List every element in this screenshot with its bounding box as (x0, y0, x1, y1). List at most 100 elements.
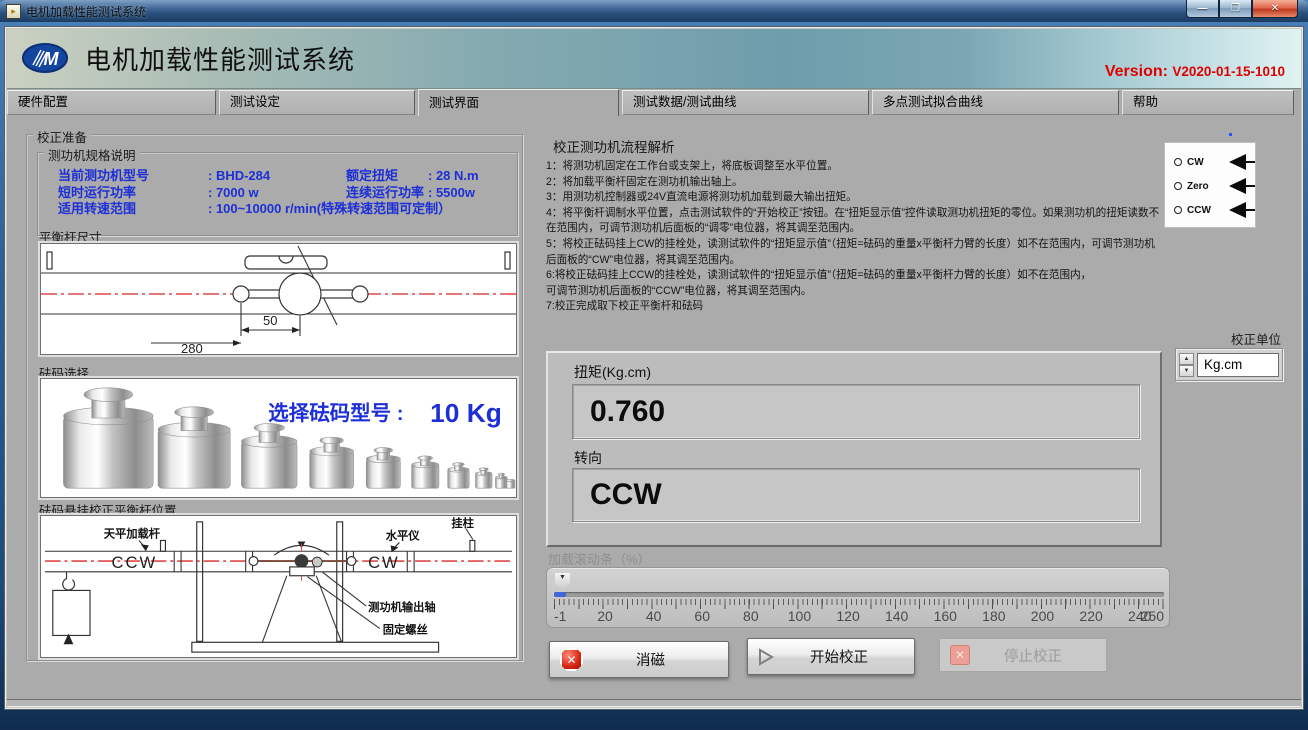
demagnetize-label: 消磁 (583, 649, 718, 670)
indicator-label: Zero (1187, 181, 1216, 192)
tab-bar: 硬件配置 测试设定 测试界面 测试数据/测试曲线 多点测试拟合曲线 帮助 (7, 89, 1301, 115)
slider-scale: -1 20 40 60 80 100 120 140 160 180 200 2… (554, 608, 1164, 626)
balance-rod-diagram: 50 280 (40, 243, 517, 355)
spec-contpower-value: : 5500w (428, 185, 475, 200)
start-calibration-button[interactable]: 开始校正 (747, 638, 915, 675)
tab-help[interactable]: 帮助 (1122, 90, 1294, 115)
weights-caption-value: 10 Kg (430, 398, 502, 428)
slider-ruler-minor (554, 599, 1164, 605)
window-title: 电机加载性能测试系统 (26, 3, 146, 20)
led-icon (1174, 182, 1182, 190)
slider-tick: 180 (982, 608, 1005, 624)
diagram-screw-label: 固定螺丝 (383, 623, 428, 637)
tab-test-interface[interactable]: 测试界面 (418, 89, 619, 116)
slider-tick: 60 (694, 608, 710, 624)
spec-row-2: 短时运行功率: 7000 w 连续运行功率: 5500w (58, 185, 517, 202)
process-line: 3：用测功机控制器或24V直流电源将测功机加载到最大输出扭矩。 (546, 190, 1159, 206)
diagram-cw-label: CW (368, 553, 400, 572)
demagnetize-button[interactable]: ✕ 消磁 (549, 641, 729, 678)
process-line: 2：将加载平衡杆固定在测功机输出轴上。 (546, 175, 1159, 191)
app-frame: M 电机加载性能测试系统 Version: V2020-01-15-1010 硬… (4, 26, 1304, 710)
slider-tick: -1 (554, 608, 566, 624)
tab-hardware-config[interactable]: 硬件配置 (7, 90, 216, 115)
maximize-button[interactable]: ❐ (1219, 0, 1252, 18)
process-line: 6:将校正砝码挂上CCW的挂栓处，读测试软件的“扭矩显示值”（扭矩=砝码的重量x… (546, 268, 1159, 284)
unit-spinner: ▲ ▼ (1179, 353, 1194, 377)
process-line: 可调节测功机后面板的“CCW”电位器，将其调至范围内。 (546, 284, 1159, 300)
dyno-spec-title: 测功机规格说明 (44, 145, 140, 164)
indicator-row-ccw: CCW (1165, 198, 1255, 222)
direction-display: CCW (572, 468, 1140, 522)
spec-torque-label: 额定扭矩 (346, 168, 428, 185)
cursor-dot (1229, 133, 1232, 136)
direction-label: 转向 (574, 448, 602, 468)
tab-test-data-curves[interactable]: 测试数据/测试曲线 (622, 90, 869, 115)
indicator-label: CW (1187, 157, 1216, 168)
version-value: V2020-01-15-1010 (1172, 64, 1285, 79)
spinner-down-icon[interactable]: ▼ (1179, 365, 1194, 377)
application-window: ▸ 电机加载性能测试系统 — ❐ ✕ M 电机加载性能测试系统 Version:… (0, 0, 1308, 730)
process-line: 1：将测功机固定在工作台或支架上，将底板调整至水平位置。 (546, 159, 1159, 175)
app-header: M 电机加载性能测试系统 Version: V2020-01-15-1010 (7, 29, 1301, 89)
torque-display: 0.760 (572, 384, 1140, 439)
stop-calibration-label: 停止校正 (970, 645, 1096, 666)
version-label: Version: (1105, 63, 1168, 80)
slider-tick: 40 (646, 608, 662, 624)
spinner-up-icon[interactable]: ▲ (1179, 353, 1194, 365)
load-slider[interactable]: ▼ -1 20 40 60 80 100 120 140 160 180 200… (546, 567, 1170, 628)
stop-sign-x-icon: ✕ (560, 648, 583, 671)
spec-shortpower-label: 短时运行功率 (58, 185, 208, 202)
content-area: 校正准备 测功机规格说明 当前测功机型号: BHD-284 额定扭矩: 28 N… (7, 115, 1301, 699)
spec-row-1: 当前测功机型号: BHD-284 额定扭矩: 28 N.m (58, 168, 517, 185)
process-line: 4：将平衡杆调制水平位置，点击测试软件的“开始校正”按钮。在“扭矩显示值”控件读… (546, 206, 1159, 222)
close-button[interactable]: ✕ (1252, 0, 1298, 18)
direction-value: CCW (573, 469, 1139, 521)
slider-tick: 140 (885, 608, 908, 624)
indicator-row-cw: CW (1165, 150, 1255, 174)
stop-x-icon: ✕ (950, 645, 970, 665)
minimize-button[interactable]: — (1186, 0, 1219, 18)
rod-dim-50: 50 (263, 313, 277, 328)
window-bottom-bevel (7, 699, 1301, 707)
indicator-label: CCW (1187, 205, 1216, 216)
torque-value: 0.760 (573, 385, 1139, 438)
tab-multipoint-fit-curve[interactable]: 多点测试拟合曲线 (872, 90, 1119, 115)
calibration-prep-title: 校正准备 (33, 127, 91, 146)
stop-calibration-button[interactable]: ✕ 停止校正 (939, 638, 1107, 672)
arrow-left-icon (1229, 178, 1255, 194)
unit-label: 校正单位 (1231, 329, 1281, 348)
spec-contpower-label: 连续运行功率 (346, 185, 428, 202)
slider-tick: 20 (597, 608, 613, 624)
process-line: 在范围内，可调节测功机后面板的“调零”电位器，将其调至范围内。 (546, 221, 1159, 237)
version-text: Version: V2020-01-15-1010 (1105, 63, 1285, 81)
diagram-post-label: 挂柱 (451, 516, 474, 530)
slider-tick: 220 (1079, 608, 1102, 624)
load-slider-label: 加载滚动条（%） (548, 549, 651, 568)
titlebar[interactable]: ▸ 电机加载性能测试系统 — ❐ ✕ (0, 0, 1308, 22)
process-title: 校正测功机流程解析 (553, 136, 675, 156)
spec-model-label: 当前测功机型号 (58, 168, 208, 185)
slider-tick: 100 (788, 608, 811, 624)
spec-speedrange-value: : 100~10000 r/min(特殊转速范围可定制） (208, 201, 451, 216)
slider-tick: 120 (836, 608, 859, 624)
slider-handle[interactable]: ▼ (555, 573, 570, 590)
diagram-ccw-label: CCW (112, 553, 158, 572)
unit-value-field[interactable]: Kg.cm (1197, 353, 1279, 377)
slider-fill (554, 592, 566, 597)
slider-tick: 160 (934, 608, 957, 624)
tab-test-settings[interactable]: 测试设定 (219, 90, 415, 115)
process-line: 5：将校正砝码挂上CW的挂栓处，读测试软件的“扭矩显示值”（扭矩=砝码的重量x平… (546, 237, 1159, 253)
spec-torque-value: : 28 N.m (428, 168, 479, 183)
led-icon (1174, 206, 1182, 214)
indicator-row-zero: Zero (1165, 174, 1255, 198)
unit-selector: ▲ ▼ Kg.cm (1175, 348, 1283, 381)
spec-shortpower-value: : 7000 w (208, 185, 259, 200)
spec-row-3: 适用转速范围: 100~10000 r/min(特殊转速范围可定制） (58, 201, 517, 218)
slider-tick: 80 (743, 608, 759, 624)
app-icon[interactable]: ▸ (6, 4, 21, 19)
slider-track[interactable] (554, 592, 1164, 597)
slider-tick: 200 (1031, 608, 1054, 624)
diagram-lever-label: 天平加载杆 (104, 527, 161, 541)
arrow-left-icon (1229, 154, 1255, 170)
spec-model-value: : BHD-284 (208, 168, 270, 183)
